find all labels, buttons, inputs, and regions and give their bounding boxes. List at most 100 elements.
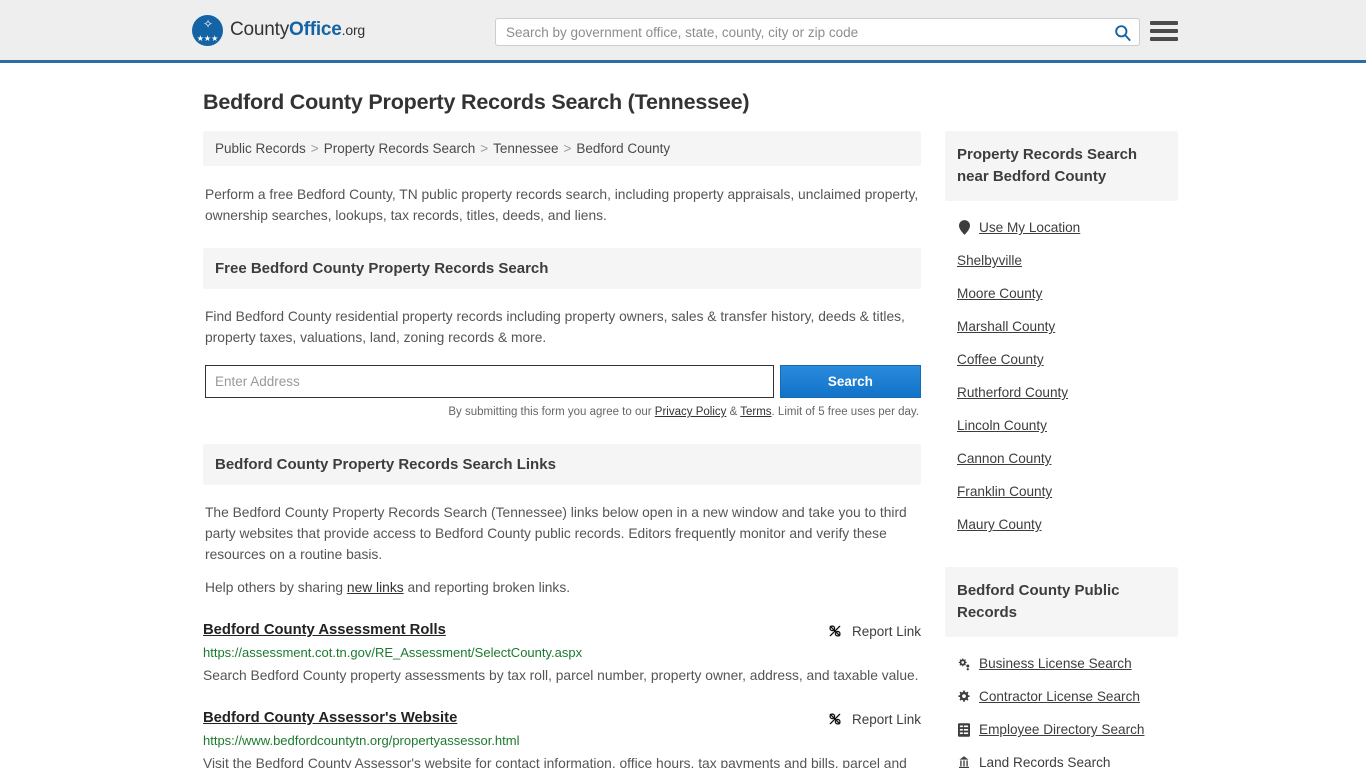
sidebar-item-label[interactable]: Franklin County (957, 484, 1052, 499)
breadcrumb: Public Records > Property Records Search > T… (203, 131, 921, 166)
sidebar-item-moore-county[interactable]: Moore County (945, 277, 1178, 310)
sidebar-item-label[interactable]: Moore County (957, 286, 1042, 301)
help-suffix: and reporting broken links. (403, 580, 571, 595)
sidebar-item-label[interactable]: Business License Search (979, 656, 1132, 671)
sidebar-item-land-records-search[interactable]: Land Records Search (945, 746, 1178, 768)
main-column: Public Records > Property Records Search > T… (203, 131, 921, 768)
privacy-policy-link[interactable]: Privacy Policy (655, 406, 727, 418)
county-office-logo-icon: ✧ ★★★ (192, 14, 223, 46)
cogs-icon (957, 657, 971, 671)
search-links-body: The Bedford County Property Records Sear… (205, 502, 919, 598)
breadcrumb-item-public-records[interactable]: Public Records (215, 141, 306, 156)
sidebar-item-cannon-county[interactable]: Cannon County (945, 442, 1178, 475)
address-search-form: Search (205, 365, 921, 398)
sidebar-item-label[interactable]: Contractor License Search (979, 689, 1140, 704)
page-title: Bedford County Property Records Search (… (203, 90, 750, 114)
link-item-header: Bedford County Assessor's Website Report… (203, 710, 921, 727)
search-links-section: Bedford County Property Records Search L… (203, 444, 921, 768)
sidebar-item-coffee-county[interactable]: Coffee County (945, 343, 1178, 376)
result-link-description: Search Bedford County property assessmen… (203, 668, 919, 683)
eagle-glyph: ✧ (202, 16, 213, 31)
report-link-button[interactable]: Report Link (827, 622, 921, 639)
sidebar-item-business-license-search[interactable]: Business License Search (945, 647, 1178, 680)
report-link-label: Report Link (851, 711, 921, 727)
report-link-button[interactable]: Report Link (827, 710, 921, 727)
hamburger-bar-3 (1150, 37, 1178, 41)
sidebar-item-label[interactable]: Marshall County (957, 319, 1055, 334)
sidebar-item-label[interactable]: Coffee County (957, 352, 1044, 367)
result-link-url: https://assessment.cot.tn.gov/RE_Assessm… (203, 645, 583, 660)
search-links-help: Help others by sharing new links and rep… (205, 577, 919, 598)
sidebar-item-rutherford-county[interactable]: Rutherford County (945, 376, 1178, 409)
hamburger-bar-1 (1150, 21, 1178, 25)
logo-word-county: County (230, 19, 290, 40)
search-icon[interactable] (1105, 23, 1139, 42)
breadcrumb-separator: > (310, 141, 319, 156)
breadcrumb-separator: > (480, 141, 489, 156)
list-alt-icon (957, 722, 971, 737)
unlink-icon (827, 711, 843, 727)
sidebar-nearby-list: Use My Location Shelbyville Moore County… (945, 211, 1178, 541)
new-links-link[interactable]: new links (347, 580, 404, 595)
report-link-label: Report Link (851, 623, 921, 639)
free-search-heading: Free Bedford County Property Records Sea… (203, 248, 921, 289)
list-item: Bedford County Assessor's Website Report… (203, 710, 921, 768)
gear-icon (957, 690, 971, 704)
sidebar-item-label[interactable]: Land Records Search (979, 755, 1110, 768)
unlink-icon (827, 623, 843, 639)
sidebar-item-label[interactable]: Rutherford County (957, 385, 1068, 400)
sidebar-item-maury-county[interactable]: Maury County (945, 508, 1178, 541)
terms-link[interactable]: Terms (740, 406, 771, 418)
page-lede: Perform a free Bedford County, TN public… (205, 187, 919, 223)
sidebar-item-label[interactable]: Cannon County (957, 451, 1051, 466)
sidebar-item-label[interactable]: Lincoln County (957, 418, 1047, 433)
form-note-amp: & (726, 406, 741, 418)
logo-word-office: Office (289, 19, 342, 40)
list-item: Bedford County Assessment Rolls Report L… (203, 622, 921, 688)
site-header: ✧ ★★★ CountyOffice.org (0, 0, 1366, 63)
sidebar-item-label[interactable]: Shelbyville (957, 253, 1022, 268)
sidebar-public-records-list: Business License Search Contractor Licen… (945, 647, 1178, 768)
logo-word-tld: .org (341, 22, 366, 38)
breadcrumb-item-tennessee[interactable]: Tennessee (493, 141, 558, 156)
sidebar-public-records-heading: Bedford County Public Records (945, 567, 1178, 637)
link-item-header: Bedford County Assessment Rolls Report L… (203, 622, 921, 639)
sidebar-item-marshall-county[interactable]: Marshall County (945, 310, 1178, 343)
link-results-list: Bedford County Assessment Rolls Report L… (203, 622, 921, 768)
landmark-icon (957, 755, 971, 768)
result-link-title[interactable]: Bedford County Assessment Rolls (203, 622, 446, 638)
result-link-description: Visit the Bedford County Assessor's webs… (203, 756, 907, 768)
address-search-button[interactable]: Search (779, 365, 921, 398)
sidebar-card-nearby: Property Records Search near Bedford Cou… (945, 131, 1178, 541)
sidebar-item-employee-directory-search[interactable]: Employee Directory Search (945, 713, 1178, 746)
global-search-input[interactable] (496, 24, 1105, 40)
breadcrumb-item-property-records-search[interactable]: Property Records Search (324, 141, 476, 156)
search-links-heading: Bedford County Property Records Search L… (203, 444, 921, 485)
sidebar-item-contractor-license-search[interactable]: Contractor License Search (945, 680, 1178, 713)
sidebar-item-use-my-location[interactable]: Use My Location (945, 211, 1178, 244)
free-search-description: Find Bedford County residential property… (205, 309, 905, 345)
sidebar: Property Records Search near Bedford Cou… (945, 131, 1178, 768)
result-link-title[interactable]: Bedford County Assessor's Website (203, 710, 457, 726)
sidebar-item-shelbyville[interactable]: Shelbyville (945, 244, 1178, 277)
result-link-url: https://www.bedfordcountytn.org/property… (203, 733, 520, 748)
breadcrumb-separator: > (563, 141, 572, 156)
site-logo[interactable]: ✧ ★★★ CountyOffice.org (192, 14, 366, 46)
hamburger-bar-2 (1150, 29, 1178, 33)
address-input[interactable] (205, 365, 774, 398)
form-note-suffix: . Limit of 5 free uses per day. (771, 406, 919, 418)
sidebar-card-public-records: Bedford County Public Records Business L… (945, 567, 1178, 768)
sidebar-item-label[interactable]: Employee Directory Search (979, 722, 1144, 737)
global-search-bar[interactable] (495, 18, 1140, 46)
sidebar-item-lincoln-county[interactable]: Lincoln County (945, 409, 1178, 442)
map-pin-icon (957, 220, 971, 235)
breadcrumb-item-bedford-county[interactable]: Bedford County (576, 141, 670, 156)
sidebar-item-label[interactable]: Maury County (957, 517, 1042, 532)
sidebar-item-label[interactable]: Use My Location (979, 220, 1080, 235)
sidebar-item-franklin-county[interactable]: Franklin County (945, 475, 1178, 508)
form-legal-note: By submitting this form you agree to our… (203, 406, 919, 418)
hamburger-menu-icon[interactable] (1150, 19, 1178, 43)
page-container: Bedford County Property Records Search (… (0, 90, 1366, 768)
help-prefix: Help others by sharing (205, 580, 347, 595)
content-row: Public Records > Property Records Search > T… (203, 131, 1178, 768)
